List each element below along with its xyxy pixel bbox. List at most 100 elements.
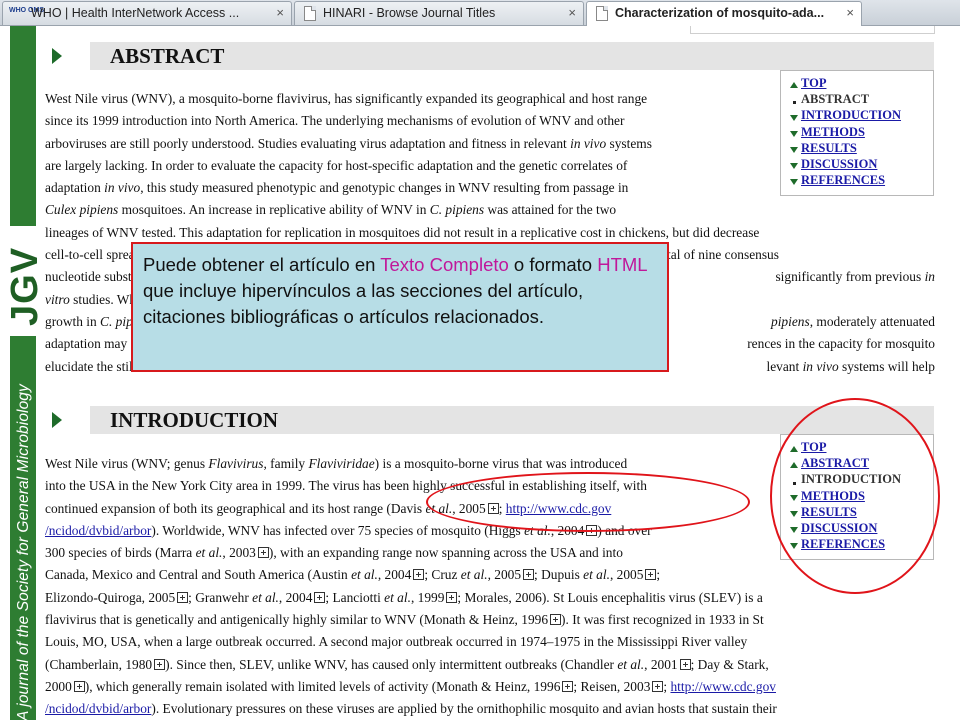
text-line: West Nile virus (WNV), a mosquito-borne … (45, 88, 779, 110)
nav-item-results[interactable]: RESULTS (787, 140, 933, 156)
nav-item-label[interactable]: METHODS (801, 125, 865, 139)
text-line: 2000), which generally remain isolated w… (45, 676, 777, 698)
reference-citation[interactable]: ), which generally remain isolated with … (85, 679, 574, 694)
nav-item-label[interactable]: TOP (801, 76, 826, 90)
arrow-down-icon (787, 173, 801, 189)
nav-item-label[interactable]: DISCUSSION (801, 157, 877, 171)
nav-item-label[interactable]: RESULTS (801, 141, 857, 155)
section-title: INTRODUCTION (110, 408, 279, 432)
nav-item-abstract: ABSTRACT (787, 91, 933, 107)
body-text: ). Worldwide, WNV has infected over 75 s… (151, 522, 525, 538)
italic-text: et al. (195, 545, 223, 561)
arrow-down-icon (787, 125, 801, 141)
text-line: arboviruses are still poorly understood.… (45, 133, 779, 155)
italic-text: et al. (583, 567, 610, 583)
browser-tab-bar: WHO OMS WHO | Health InterNetwork Access… (0, 0, 960, 26)
arrow-up-icon (787, 76, 801, 92)
reference-citation[interactable]: ; Reisen, 2003 (573, 679, 663, 694)
nav-item-label[interactable]: REFERENCES (801, 173, 885, 187)
tab-characterization-article[interactable]: Characterization of mosquito-ada... × (586, 1, 862, 26)
text-line: pipiens, moderately attenuated (771, 311, 935, 333)
body-text: ). Since then, SLEV, unlike WNV, has cau… (165, 656, 618, 672)
italic-text: et al. (252, 589, 279, 605)
nav-item-top[interactable]: TOP (787, 75, 933, 91)
reference-citation[interactable]: , 2004 (279, 590, 325, 605)
text-line: are largely lacking. In order to evaluat… (45, 155, 779, 177)
body-text: lineages of WNV tested. This adaptation … (45, 224, 760, 240)
italic-text: in vivo (570, 135, 607, 151)
tab-title: WHO | Health InterNetwork Access ... (31, 6, 240, 20)
section-arrow-icon[interactable] (52, 48, 62, 64)
arrow-down-icon (787, 109, 801, 125)
reference-citation[interactable]: , 2003 (222, 545, 268, 560)
text-line: (Chamberlain, 1980). Since then, SLEV, u… (45, 654, 777, 676)
callout-text: o formato (508, 254, 598, 275)
callout-highlight: HTML (597, 254, 647, 275)
external-link[interactable]: /ncidod/dvbid/arbor (45, 523, 151, 538)
body-text: systems (606, 135, 652, 151)
journal-side-banner: JGV A journal of the Society for General… (0, 26, 46, 720)
body-text: ). Evolutionary pressures on these virus… (151, 701, 777, 717)
body-text: , moderately attenuated (809, 314, 935, 329)
reference-citation[interactable]: flavivirus that is genetically and antig… (45, 612, 561, 627)
page-icon (304, 6, 316, 21)
abstract-header: ABSTRACT (46, 42, 934, 70)
body-text: continued expansion of both its geograph… (45, 500, 426, 516)
italic-text: et al. (460, 567, 488, 583)
body-text: since its 1999 introduction into North A… (45, 113, 625, 129)
body-text: ; Cruz (424, 567, 461, 583)
nav-item-methods[interactable]: METHODS (787, 124, 933, 140)
reference-citation[interactable]: Elizondo-Quiroga, 2005 (45, 590, 188, 605)
reference-citation[interactable]: , 2005 (488, 567, 534, 582)
text-line: significantly from previous in (775, 266, 935, 288)
italic-text: pipiens (771, 314, 810, 329)
external-link[interactable]: /ncidod/dvbid/arbor (45, 701, 151, 716)
italic-text: et al. (384, 589, 411, 605)
instruction-callout: Puede obtener el artículo en Texto Compl… (131, 242, 669, 372)
text-line: Culex pipiens mosquitoes. An increase in… (45, 199, 779, 221)
section-arrow-icon[interactable] (52, 412, 62, 428)
body-text: ) is a mosquito-borne virus that was int… (374, 456, 628, 471)
body-text: 300 species of birds (Marra (45, 545, 196, 561)
text-line: /ncidod/dvbid/arbor). Evolutionary press… (45, 698, 777, 720)
body-text: ; (656, 567, 661, 583)
reference-citation[interactable]: , 2004 (378, 567, 424, 582)
body-text: are largely lacking. In order to evaluat… (45, 157, 628, 173)
nav-item-discussion[interactable]: DISCUSSION (787, 156, 933, 172)
reference-citation[interactable]: , 2005 (610, 567, 656, 582)
reference-citation[interactable]: , 1999 (411, 590, 457, 605)
callout-text: que incluye hipervínculos a las seccione… (143, 280, 584, 327)
external-link[interactable]: http://www.cdc.gov (670, 679, 776, 694)
text-line: West Nile virus (WNV; genus Flavivirus, … (45, 453, 777, 475)
italic-text: in vivo (802, 358, 839, 374)
close-icon[interactable]: × (276, 5, 284, 20)
body-text: growth in (45, 313, 101, 329)
text-line: 300 species of birds (Marra et al., 2003… (45, 542, 777, 564)
close-icon[interactable]: × (568, 5, 576, 20)
nav-item-label: ABSTRACT (801, 92, 870, 107)
body-text: rences in the capacity for mosquito (747, 336, 935, 352)
bullet-icon (787, 92, 801, 108)
close-icon[interactable]: × (846, 5, 854, 20)
body-text: adaptation (45, 180, 105, 196)
body-text: mosquitoes. An increase in replicative a… (118, 202, 430, 218)
callout-text: Puede obtener el artículo en (143, 254, 381, 275)
reference-citation[interactable]: , 2001 (644, 657, 690, 672)
text-line: levant in vivo systems will help (767, 356, 936, 378)
nav-item-references[interactable]: REFERENCES (787, 172, 933, 188)
tab-title: HINARI - Browse Journal Titles (323, 6, 496, 20)
text-line: Louis, MO, USA, when a large outbreak oc… (45, 631, 777, 653)
text-line: rences in the capacity for mosquito (747, 333, 935, 355)
body-text: arboviruses are still poorly understood.… (45, 135, 571, 151)
reference-citation[interactable]: (Chamberlain, 1980 (45, 657, 165, 672)
tab-hinari-browse-journals[interactable]: HINARI - Browse Journal Titles × (294, 1, 584, 25)
reference-citation[interactable]: 2000 (45, 679, 85, 694)
tab-who-hinari-access[interactable]: WHO OMS WHO | Health InterNetwork Access… (2, 1, 292, 25)
nav-item-introduction[interactable]: INTRODUCTION (787, 107, 933, 123)
body-text: , this study measured phenotypic and gen… (140, 180, 629, 196)
arrow-down-icon (787, 157, 801, 173)
body-text: levant (766, 358, 803, 374)
nav-item-label[interactable]: INTRODUCTION (801, 108, 901, 122)
body-text: West Nile virus (WNV; genus (45, 456, 209, 471)
body-text: Louis, MO, USA, when a large outbreak oc… (45, 634, 748, 650)
